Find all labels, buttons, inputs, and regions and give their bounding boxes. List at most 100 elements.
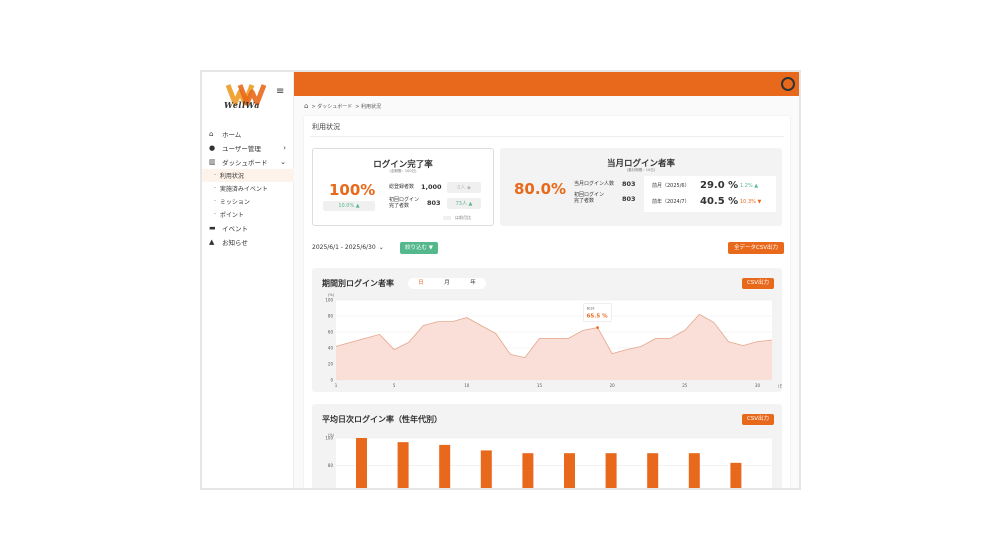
y-tick-label: 100 — [325, 298, 333, 303]
y-axis-label: (%) — [328, 293, 335, 297]
line-chart: 020406080100(%)151015202530(日)6/1965.5 % — [325, 293, 782, 388]
divider — [310, 136, 784, 137]
period-login-chart-panel: 期間別ログイン者率 日 月 年 CSV出力 0 20 40 60 80 100 (%) 1 5 1… — [312, 268, 782, 392]
reg-label: 総登録者数 — [389, 184, 415, 190]
prev-month-change: 1.2% ▲ — [740, 183, 759, 189]
logo-text: WellWa — [224, 100, 260, 110]
main-content: ⌂ > ダッシュボード > 利用状況 利用状況 ログイン完了率 (全期間：100… — [294, 96, 799, 488]
reg-value: 1,000 — [421, 183, 442, 191]
data-point — [596, 326, 599, 329]
sidebar-subitem-label: 実施済みイベント — [219, 186, 268, 193]
prev-year-label: 前年（2024/7） — [652, 199, 690, 205]
y-tick-label: 20 — [328, 362, 334, 367]
user-icon: ● — [209, 144, 216, 152]
page-title: 利用状況 — [312, 123, 340, 131]
bar — [480, 450, 492, 488]
sidebar-subitem-usage[interactable]: · 利用状況 — [202, 169, 294, 182]
prev-year-change: 10.3% ▼ — [740, 199, 762, 205]
login-complete-card: ログイン完了率 (全期間：100日) 100% 10.0% ▲ 総登録者数 1,… — [312, 148, 494, 226]
sidebar-subitem-points[interactable]: · ポイント — [202, 208, 294, 221]
first-login-value: 803 — [427, 199, 441, 207]
reg-change: 0人 ◆ — [447, 182, 481, 193]
monthly-login-card: 当月ログイン者率 (集計期間：10日) 80.0% 当月ログイン人数 803 初… — [500, 148, 782, 226]
chart-icon: ▥ — [209, 158, 216, 166]
sidebar-item-label: ユーザー管理 — [222, 145, 261, 153]
sidebar-item-dashboard[interactable]: ▥ ダッシュボード ⌄ — [202, 155, 294, 169]
calendar-icon: ▬ — [209, 224, 216, 232]
prev-month-value: 29.0 % — [700, 180, 739, 191]
first-login-value: 803 — [622, 195, 636, 203]
x-tick-label: 30 — [755, 383, 761, 388]
y-tick-label: 80 — [328, 314, 334, 319]
chevron-down-icon: ⌄ — [378, 244, 384, 251]
x-tick-label: 10 — [464, 383, 470, 388]
x-tick-label: 25 — [682, 383, 688, 388]
bar — [522, 453, 534, 488]
bar — [688, 453, 700, 488]
sidebar-item-label: お知らせ — [222, 239, 248, 247]
demographic-login-chart-panel: 平均日次ログイン率（性年代別） CSV出力 60 80 100 (%) — [312, 404, 782, 488]
tooltip-value: 65.5 % — [587, 314, 608, 320]
sidebar-subitem-events-done[interactable]: · 実施済みイベント — [202, 182, 294, 195]
chevron-right-icon: › — [283, 144, 286, 152]
filter-button[interactable]: 絞り込む ▼ — [400, 242, 438, 254]
y-tick-label: 40 — [328, 346, 334, 351]
breadcrumb-dashboard[interactable]: > ダッシュボード — [311, 103, 352, 110]
sidebar-subitem-label: ポイント — [219, 212, 244, 219]
sidebar-item-home[interactable]: ⌂ ホーム — [202, 127, 294, 141]
card-subtitle: (全期間：100日) — [389, 169, 417, 173]
bell-icon: ▲ — [209, 238, 215, 246]
tooltip-date: 6/19 — [587, 307, 595, 311]
y-axis-label: (%) — [328, 433, 335, 437]
sidebar-item-users[interactable]: ● ユーザー管理 › — [202, 141, 294, 155]
first-login-label: 初回ログイン 完了者数 — [389, 197, 420, 209]
x-tick-label: 5 — [393, 383, 396, 388]
x-axis-label: (日) — [778, 384, 782, 388]
breadcrumb-current: > 利用状況 — [355, 103, 382, 110]
y-tick-label: 80 — [328, 463, 334, 468]
usage-panel: 利用状況 ログイン完了率 (全期間：100日) 100% 10.0% ▲ 総登録… — [304, 116, 790, 488]
sidebar-subitem-missions[interactable]: · ミッション — [202, 195, 294, 208]
comparison-box: 前月（2025/6） 29.0 % 1.2% ▲ 前年（2024/7） 40.5… — [644, 176, 776, 212]
sidebar-item-label: イベント — [222, 225, 248, 233]
bar-chart: 6080100(%) — [325, 433, 772, 488]
date-range-select[interactable]: 2025/6/1 - 2025/6/30 ⌄ — [312, 244, 384, 251]
x-tick-label: 1 — [335, 383, 338, 388]
sidebar-item-label: ホーム — [222, 131, 242, 139]
sidebar: WellWa ≡ ⌂ ホーム ● ユーザー管理 › ▥ ダッシュボード ⌄ · … — [202, 72, 294, 488]
date-range-value: 2025/6/1 - 2025/6/30 — [312, 244, 376, 251]
legend-note: は前月比 — [455, 215, 471, 220]
bar — [397, 442, 409, 488]
login-complete-change: 10.0% ▲ — [323, 201, 375, 211]
avatar[interactable] — [781, 77, 795, 91]
legend-swatch — [443, 216, 451, 220]
bar — [647, 453, 659, 488]
breadcrumb: ⌂ > ダッシュボード > 利用状況 — [304, 102, 381, 110]
bar — [730, 462, 742, 488]
prev-year-value: 40.5 % — [700, 196, 739, 207]
sidebar-subitem-label: 利用状況 — [219, 173, 244, 180]
x-tick-label: 20 — [610, 383, 616, 388]
y-tick-label: 60 — [328, 330, 334, 335]
monthly-users-value: 803 — [622, 180, 636, 188]
prev-month-label: 前月（2025/6） — [652, 183, 690, 189]
login-complete-percent: 100% — [329, 181, 376, 199]
menu-toggle-icon[interactable]: ≡ — [276, 86, 284, 97]
bar — [439, 444, 451, 488]
sidebar-item-label: ダッシュボード — [222, 159, 268, 167]
y-tick-label: 0 — [330, 378, 333, 383]
sidebar-nav: ⌂ ホーム ● ユーザー管理 › ▥ ダッシュボード ⌄ · 利用状況 · 実施… — [202, 127, 294, 249]
sidebar-subitem-label: ミッション — [219, 199, 250, 206]
first-login-change: 73人 ▲ — [447, 198, 481, 209]
x-tick-label: 15 — [537, 383, 543, 388]
sidebar-item-events[interactable]: ▬ イベント — [202, 221, 294, 235]
home-icon: ⌂ — [209, 130, 214, 138]
home-icon[interactable]: ⌂ — [304, 102, 308, 110]
csv-all-button[interactable]: 全データCSV出力 — [728, 242, 784, 254]
bar — [564, 453, 575, 488]
first-login-label: 初回ログイン 完了者数 — [574, 192, 605, 204]
sidebar-item-notices[interactable]: ▲ お知らせ — [202, 235, 294, 249]
chevron-down-icon: ⌄ — [280, 158, 286, 166]
app-window: WellWa ≡ ⌂ ホーム ● ユーザー管理 › ▥ ダッシュボード ⌄ · … — [200, 70, 801, 490]
bar — [605, 453, 617, 488]
